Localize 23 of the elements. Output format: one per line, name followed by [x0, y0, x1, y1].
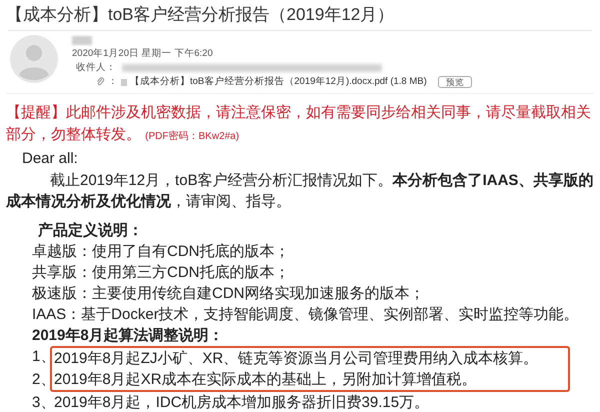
file-icon: [121, 78, 127, 86]
section-heading: 产品定义说明：: [37, 221, 144, 241]
attachment-separator: ：: [108, 75, 118, 89]
redacted-sender: [72, 36, 92, 45]
definition-line: 卓越版：使用了自有CDN托底的版本；: [32, 242, 290, 262]
definition-line: 共享版：使用第三方CDN托底的版本；: [32, 263, 290, 283]
avatar-icon: [10, 35, 58, 83]
list-text: 2019年8月起XR成本在实际成本的基础上，另附加计算增值税。: [50, 369, 570, 392]
attachment-name[interactable]: 【成本分析】toB客户经营分析报告（2019年12月).docx.pdf (1.8 MB): [130, 75, 427, 89]
intro-paragraph: 截止2019年12月，toB客户经营分析汇报情况如下。本分析包含了IAAS、共享版的成本情况分析及优化情况，请审阅、指导。: [6, 171, 594, 212]
definition-line: 极速版：主要使用传统自建CDN网络实现加速服务的版本；: [32, 284, 426, 304]
confidentiality-warning: 【提醒】此邮件涉及机密数据，请注意保密，如有需要同步给相关同事，请尽量截取相关部分，勿整体转发。 (PDF密码：BKw2#a): [6, 103, 592, 145]
list-text: 2019年8月起ZJ小矿、XR、链克等资源当月公司管理费用纳入成本核算。: [50, 346, 570, 369]
section-heading: 2019年8月起算法调整说明：: [32, 326, 225, 346]
recipients-label: 收件人：: [76, 61, 116, 75]
paperclip-icon: [96, 77, 105, 87]
email-subject: 【成本分析】toB客户经营分析报告（2019年12月）: [5, 4, 396, 26]
preview-button[interactable]: 预览: [438, 76, 472, 88]
email-date: 2020年1月20日 星期一 下午6:20: [72, 47, 214, 61]
list-number: 3、: [32, 393, 54, 412]
list-text: 2019年8月起，IDC机房成本增加服务器折旧费39.15万。: [53, 393, 430, 412]
greeting: Dear all:: [21, 149, 79, 169]
definition-line: IAAS：基于Docker技术，支持智能调度、镜像管理、实例部署、实时监控等功能。: [32, 305, 580, 325]
